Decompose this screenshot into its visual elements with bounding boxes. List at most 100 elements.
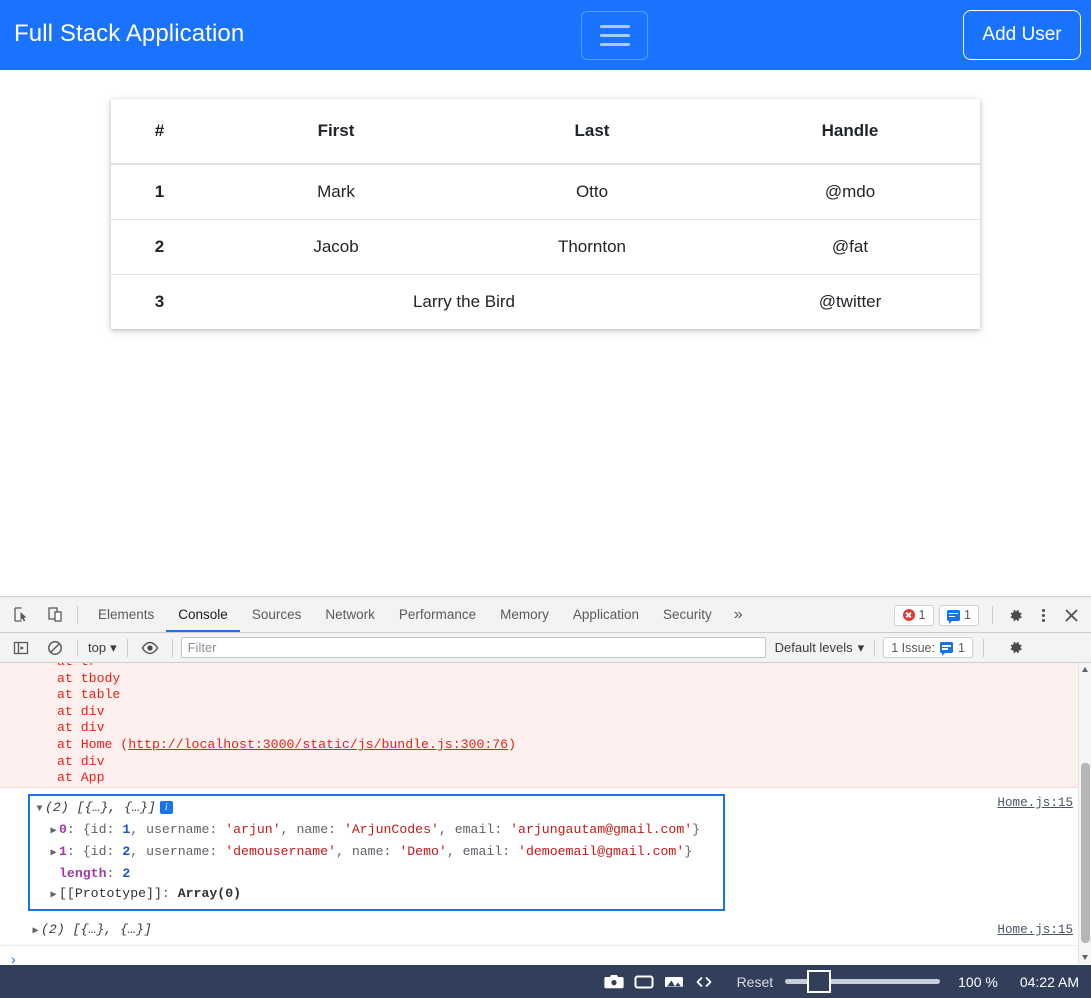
field-key: , username (130, 844, 210, 859)
source-link[interactable]: Home.js:15 (997, 923, 1073, 937)
add-user-button[interactable]: Add User (963, 10, 1081, 60)
tab-performance[interactable]: Performance (387, 597, 488, 632)
user-table-card: # First Last Handle 1 Mark Otto @mdo 2 J… (111, 99, 980, 329)
selected-log-object[interactable]: ▼ (2) [{…}, {…}] i ▶ 0: {id: 1, username: '… (28, 794, 725, 911)
hamburger-menu-icon[interactable] (581, 11, 648, 60)
issues-count: 1 (957, 640, 965, 655)
chevron-down-icon: ▾ (110, 639, 117, 655)
hamburger-bar-3 (599, 43, 630, 46)
console-prompt-row[interactable]: › (0, 946, 1091, 964)
cell-number: 1 (111, 163, 208, 220)
screen-icon[interactable] (629, 971, 659, 993)
source-link[interactable]: Home.js:15 (997, 796, 1073, 810)
error-count-label: 1 (918, 608, 926, 622)
page-content: # First Last Handle 1 Mark Otto @mdo 2 J… (0, 70, 1091, 596)
log-length-line: length: 2 (30, 864, 723, 884)
field-key: , name (280, 822, 329, 837)
clear-console-icon[interactable] (41, 634, 69, 662)
issues-button[interactable]: 1 Issue: 1 (883, 637, 973, 658)
field-sep: : (209, 822, 226, 837)
gear-icon[interactable] (1001, 601, 1029, 629)
tab-application[interactable]: Application (561, 597, 651, 632)
column-header-last: Last (464, 99, 720, 165)
disclosure-triangle-open-icon[interactable]: ▼ (34, 800, 45, 820)
message-count-label: 1 (964, 608, 971, 622)
disclosure-triangle-icon[interactable]: ▶ (48, 822, 59, 842)
field-sep: : (383, 844, 400, 859)
live-expression-eye-icon[interactable] (136, 634, 164, 662)
log-levels-selector[interactable]: Default levels ▾ (775, 640, 865, 656)
bundle-source-link[interactable]: http://localhost:3000/static/js/bundle.j… (128, 737, 508, 752)
console-scrollbar[interactable] (1078, 663, 1091, 964)
hamburger-bar-1 (599, 25, 630, 28)
info-badge-icon[interactable]: i (159, 801, 173, 814)
stack-line: at tr (0, 663, 1091, 671)
disclosure-triangle-icon[interactable]: ▶ (48, 886, 59, 906)
log-prototype-line[interactable]: ▶ [[Prototype]]: Array(0) (30, 884, 723, 906)
console-sidebar-icon[interactable] (7, 634, 35, 662)
stack-line: at div (57, 720, 105, 736)
close-icon[interactable] (1057, 601, 1085, 629)
field-key: , username (130, 822, 210, 837)
tab-security[interactable]: Security (651, 597, 724, 632)
filter-input[interactable] (180, 637, 766, 658)
log-levels-label: Default levels (774, 640, 853, 655)
gear-icon[interactable] (1002, 634, 1030, 662)
zoom-slider[interactable] (785, 970, 941, 993)
prototype-sep: : (161, 886, 178, 901)
entry-open: : { (66, 844, 91, 859)
table-row: 1 Mark Otto @mdo (111, 163, 980, 220)
tab-sources[interactable]: Sources (240, 597, 314, 632)
field-key: , name (336, 844, 384, 859)
disclosure-triangle-icon[interactable]: ▶ (30, 925, 41, 937)
tab-memory[interactable]: Memory (488, 597, 561, 632)
log-entry-0[interactable]: ▶ 0: {id: 1, username: 'arjun', name: 'Ar… (30, 820, 723, 842)
tab-network[interactable]: Network (313, 597, 387, 632)
field-value: 'Demo' (399, 844, 447, 859)
image-icon[interactable] (659, 971, 689, 993)
scroll-up-arrow-icon[interactable] (1082, 667, 1088, 672)
cell-handle: @twitter (720, 274, 980, 329)
console-log-row[interactable]: ▶ (2) [{…}, {…}] Home.js:15 (0, 919, 1091, 946)
log-entry-1[interactable]: ▶ 1: {id: 2, username: 'demousername', na… (30, 842, 723, 864)
code-icon[interactable] (689, 971, 719, 993)
column-header-number: # (111, 99, 208, 165)
device-toolbar-icon[interactable] (41, 601, 69, 629)
stack-line: at div (57, 753, 105, 769)
stack-line: at tbody (57, 670, 121, 686)
field-key: , email (438, 822, 495, 837)
disclosure-triangle-icon[interactable]: ▶ (48, 844, 59, 864)
field-sep: : (209, 844, 226, 859)
console-log-row-selected[interactable]: Home.js:15 ▼ (2) [{…}, {…}] i ▶ 0: {id: 1, … (0, 788, 1091, 914)
cell-last: Thornton (464, 219, 720, 275)
entry-index: 0 (59, 822, 67, 837)
log-summary-line[interactable]: ▼ (2) [{…}, {…}] i (30, 798, 723, 820)
cell-fullname-merged: Larry the Bird (208, 274, 720, 329)
field-sep: : (106, 822, 123, 837)
scroll-down-arrow-icon[interactable] (1082, 955, 1088, 960)
zoom-level-label: 100 % (958, 973, 998, 990)
message-icon (947, 609, 961, 624)
error-count-badge[interactable]: 1 (894, 604, 934, 626)
prototype-value: Array(0) (177, 886, 242, 901)
entry-open: : { (66, 822, 91, 837)
inspect-element-icon[interactable] (7, 601, 35, 629)
field-value: 'arjun' (225, 822, 281, 837)
tab-elements[interactable]: Elements (86, 597, 166, 632)
more-tabs-button[interactable]: » (724, 606, 753, 624)
message-icon (939, 642, 953, 656)
entry-close: } (684, 844, 693, 859)
message-count-badge[interactable]: 1 (939, 604, 979, 626)
entry-close: } (692, 822, 701, 837)
reset-zoom-button[interactable]: Reset (737, 974, 774, 990)
kebab-menu-icon[interactable] (1029, 601, 1057, 629)
prototype-key: [[Prototype]] (59, 886, 162, 901)
clock-label: 04:22 AM (1019, 973, 1079, 990)
field-sep: : (502, 844, 519, 859)
scrollbar-thumb[interactable] (1081, 763, 1090, 943)
camera-icon[interactable] (599, 971, 629, 993)
column-header-handle: Handle (720, 99, 980, 165)
tab-console[interactable]: Console (166, 597, 240, 632)
console-context-selector[interactable]: top ▾ (86, 640, 119, 656)
zoom-slider-knob[interactable] (807, 970, 832, 993)
